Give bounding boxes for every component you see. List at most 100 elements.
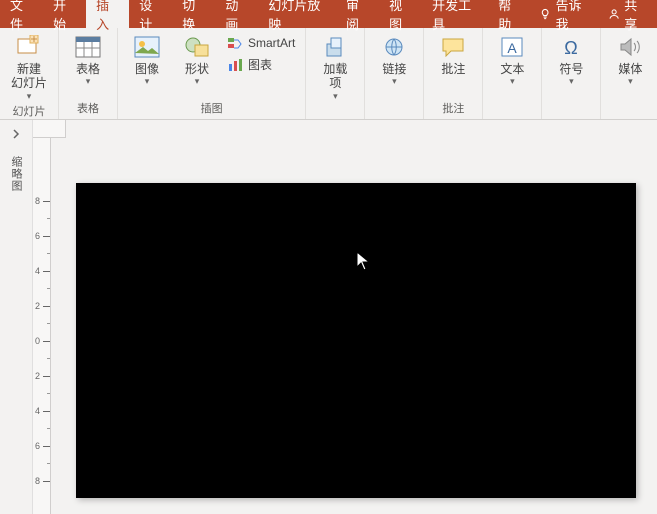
tab-design[interactable]: 设计: [129, 0, 172, 28]
text-icon: A: [498, 34, 526, 60]
ruler-v-label: 8: [35, 476, 40, 486]
chart-button[interactable]: 图表: [224, 54, 299, 75]
smartart-label: SmartArt: [248, 36, 295, 50]
addins-button[interactable]: 加载 项 ▾: [312, 30, 358, 102]
dropdown-icon: ▾: [27, 91, 32, 102]
group-addins-label: [312, 115, 358, 119]
omega-icon: Ω: [557, 34, 585, 60]
addins-icon: [321, 34, 349, 60]
shapes-button[interactable]: 形状 ▾: [174, 30, 220, 87]
tab-review[interactable]: 审阅: [336, 0, 379, 28]
media-button[interactable]: 媒体 ▾: [607, 30, 653, 87]
ribbon: 新建 幻灯片 ▾ 幻灯片 表格 ▾ 表格 图像 ▾: [0, 28, 657, 120]
group-comments-label: 批注: [430, 99, 476, 119]
table-icon: [74, 34, 102, 60]
group-tables: 表格 ▾ 表格: [59, 28, 118, 119]
text-label: 文本: [500, 62, 524, 76]
chevron-right-icon: [11, 129, 21, 139]
slide[interactable]: [76, 183, 636, 498]
smartart-button[interactable]: SmartArt: [224, 34, 299, 52]
group-text-label: [489, 115, 535, 119]
group-comments: 批注 批注: [424, 28, 483, 119]
table-button[interactable]: 表格 ▾: [65, 30, 111, 87]
dropdown-icon: ▾: [628, 76, 633, 87]
group-slides: 新建 幻灯片 ▾ 幻灯片: [0, 28, 59, 119]
group-text: A 文本 ▾: [483, 28, 542, 119]
ruler-v-label: 2: [35, 371, 40, 381]
work-area: 缩略图 1614121086420246810121416 864202468: [0, 120, 657, 514]
comment-icon: [439, 34, 467, 60]
thumbnails-pane-label: 缩略图: [8, 156, 24, 192]
group-links: 链接 ▾: [365, 28, 424, 119]
lightbulb-icon: [539, 7, 551, 21]
tab-insert[interactable]: 插入: [86, 0, 129, 28]
ruler-v-label: 0: [35, 336, 40, 346]
dropdown-icon: ▾: [510, 76, 515, 87]
group-symbols: Ω 符号 ▾: [542, 28, 601, 119]
ruler-v-label: 2: [35, 301, 40, 311]
dropdown-icon: ▾: [333, 91, 338, 102]
share-button[interactable]: 共享: [598, 0, 657, 28]
media-label: 媒体: [618, 62, 642, 76]
shapes-icon: [183, 34, 211, 60]
dropdown-icon: ▾: [569, 76, 574, 87]
ruler-corner: [33, 120, 66, 138]
person-icon: [608, 7, 620, 21]
tab-home[interactable]: 开始: [43, 0, 86, 28]
tell-me[interactable]: 告诉我: [531, 0, 598, 28]
links-label: 链接: [382, 62, 406, 76]
thumbnails-pane: 缩略图: [0, 120, 33, 514]
share-label: 共享: [624, 0, 647, 33]
text-button[interactable]: A 文本 ▾: [489, 30, 535, 87]
tab-file[interactable]: 文件: [0, 0, 43, 28]
ruler-v-label: 8: [35, 196, 40, 206]
speaker-icon: [616, 34, 644, 60]
comment-button[interactable]: 批注: [430, 30, 476, 76]
dropdown-icon: ▾: [145, 76, 150, 87]
dropdown-icon: ▾: [86, 76, 91, 87]
ruler-v-label: 4: [35, 406, 40, 416]
group-addins: 加载 项 ▾: [306, 28, 365, 119]
slide-canvas[interactable]: [51, 138, 657, 514]
comment-label: 批注: [441, 62, 465, 76]
shapes-label: 形状: [185, 62, 209, 76]
ruler-v-label: 4: [35, 266, 40, 276]
symbols-label: 符号: [559, 62, 583, 76]
chart-label: 图表: [248, 56, 272, 73]
svg-text:Ω: Ω: [565, 38, 578, 58]
tell-me-label: 告诉我: [556, 0, 590, 33]
addins-label: 加载 项: [323, 62, 347, 91]
tab-help[interactable]: 帮助: [488, 0, 531, 28]
group-media: 媒体 ▾: [601, 28, 657, 119]
vertical-ruler[interactable]: 8 6 4 2 0 2 4 6 8: [33, 138, 51, 514]
ruler-v-label: 6: [35, 231, 40, 241]
smartart-icon: [228, 36, 244, 50]
tab-transitions[interactable]: 切换: [172, 0, 215, 28]
group-media-label: [607, 115, 653, 119]
dropdown-icon: ▾: [195, 76, 200, 87]
table-label: 表格: [76, 62, 100, 76]
group-symbols-label: [548, 115, 594, 119]
tab-slideshow[interactable]: 幻灯片放映: [258, 0, 336, 28]
new-slide-icon: [15, 34, 43, 60]
tab-developer[interactable]: 开发工具: [422, 0, 488, 28]
images-button[interactable]: 图像 ▾: [124, 30, 170, 87]
images-label: 图像: [135, 62, 159, 76]
picture-icon: [133, 34, 161, 60]
svg-text:A: A: [508, 40, 518, 56]
tab-animations[interactable]: 动画: [215, 0, 258, 28]
tab-view[interactable]: 视图: [379, 0, 422, 28]
tab-bar: 文件 开始 插入 设计 切换 动画 幻灯片放映 审阅 视图 开发工具 帮助 告诉…: [0, 0, 657, 28]
links-button[interactable]: 链接 ▾: [371, 30, 417, 87]
chart-icon: [228, 58, 244, 72]
main-area: 1614121086420246810121416 864202468: [33, 120, 657, 514]
group-links-label: [371, 115, 417, 119]
ruler-v-label: 6: [35, 441, 40, 451]
group-illustrations: 图像 ▾ 形状 ▾ SmartArt 图表 插图: [118, 28, 306, 119]
new-slide-button[interactable]: 新建 幻灯片 ▾: [6, 30, 52, 102]
link-icon: [380, 34, 408, 60]
symbols-button[interactable]: Ω 符号 ▾: [548, 30, 594, 87]
group-tables-label: 表格: [65, 99, 111, 119]
group-slides-label: 幻灯片: [6, 102, 52, 122]
expand-thumbnails-button[interactable]: [0, 120, 32, 148]
